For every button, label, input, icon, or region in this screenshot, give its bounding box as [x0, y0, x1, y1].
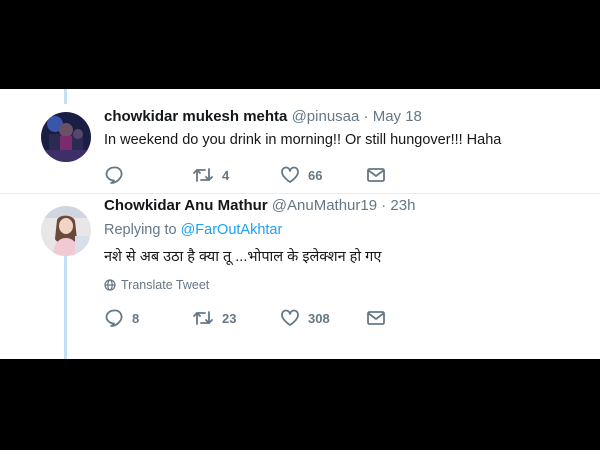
like-count: 308 — [308, 310, 330, 326]
action-bar: 4 66 — [104, 165, 386, 185]
tweet-text: In weekend do you drink in morning!! Or … — [104, 132, 502, 148]
avatar[interactable] — [41, 112, 91, 162]
display-name[interactable]: Chowkidar Anu Mathur — [104, 197, 268, 214]
separator-dot: · — [363, 108, 369, 125]
retweet-icon — [193, 168, 213, 182]
avatar-image — [41, 206, 91, 256]
retweet-icon — [193, 311, 213, 325]
retweet-count: 23 — [222, 310, 237, 326]
author-handle[interactable]: @pinusaa — [292, 108, 360, 125]
timestamp[interactable]: May 18 — [373, 108, 422, 125]
replying-to-handle[interactable]: @FarOutAkhtar — [181, 222, 283, 238]
translate-label: Translate Tweet — [121, 278, 210, 292]
envelope-icon — [367, 168, 385, 182]
retweet-button[interactable]: 23 — [192, 308, 280, 328]
timestamp[interactable]: 23h — [390, 197, 415, 214]
reply-count: 8 — [132, 310, 140, 326]
avatar-image — [41, 112, 91, 162]
reply-icon — [105, 166, 123, 184]
separator-dot: · — [381, 197, 387, 214]
author-line: Chowkidar Anu Mathur @AnuMathur19 · 23h — [104, 197, 415, 214]
action-bar: 8 23 308 — [104, 308, 386, 328]
heart-icon — [281, 166, 299, 183]
tweet-1[interactable]: chowkidar mukesh mehta @pinusaa · May 18… — [0, 89, 600, 193]
heart-icon — [281, 309, 299, 326]
retweet-count: 4 — [222, 167, 230, 183]
author-line: chowkidar mukesh mehta @pinusaa · May 18 — [104, 108, 422, 125]
globe-icon — [104, 279, 116, 291]
replying-to: Replying to @FarOutAkhtar — [104, 222, 282, 238]
translate-tweet-link[interactable]: Translate Tweet — [104, 278, 209, 292]
author-handle[interactable]: @AnuMathur19 — [272, 197, 377, 214]
reply-icon — [105, 309, 123, 327]
replying-to-label: Replying to — [104, 222, 177, 238]
tweet-text: नशे से अब उठा है क्या तू ...भोपाल के इले… — [104, 249, 382, 265]
dm-button[interactable] — [366, 308, 386, 328]
dm-button[interactable] — [366, 165, 386, 185]
reply-button[interactable]: 8 — [104, 308, 192, 328]
avatar[interactable] — [41, 206, 91, 256]
tweet-thread: chowkidar mukesh mehta @pinusaa · May 18… — [0, 89, 600, 359]
tweet-2[interactable]: Chowkidar Anu Mathur @AnuMathur19 · 23h … — [0, 194, 600, 359]
retweet-button[interactable]: 4 — [192, 165, 280, 185]
like-count: 66 — [308, 167, 323, 183]
like-button[interactable]: 308 — [280, 308, 366, 328]
display-name[interactable]: chowkidar mukesh mehta — [104, 108, 287, 125]
envelope-icon — [367, 311, 385, 325]
reply-button[interactable] — [104, 165, 192, 185]
like-button[interactable]: 66 — [280, 165, 366, 185]
